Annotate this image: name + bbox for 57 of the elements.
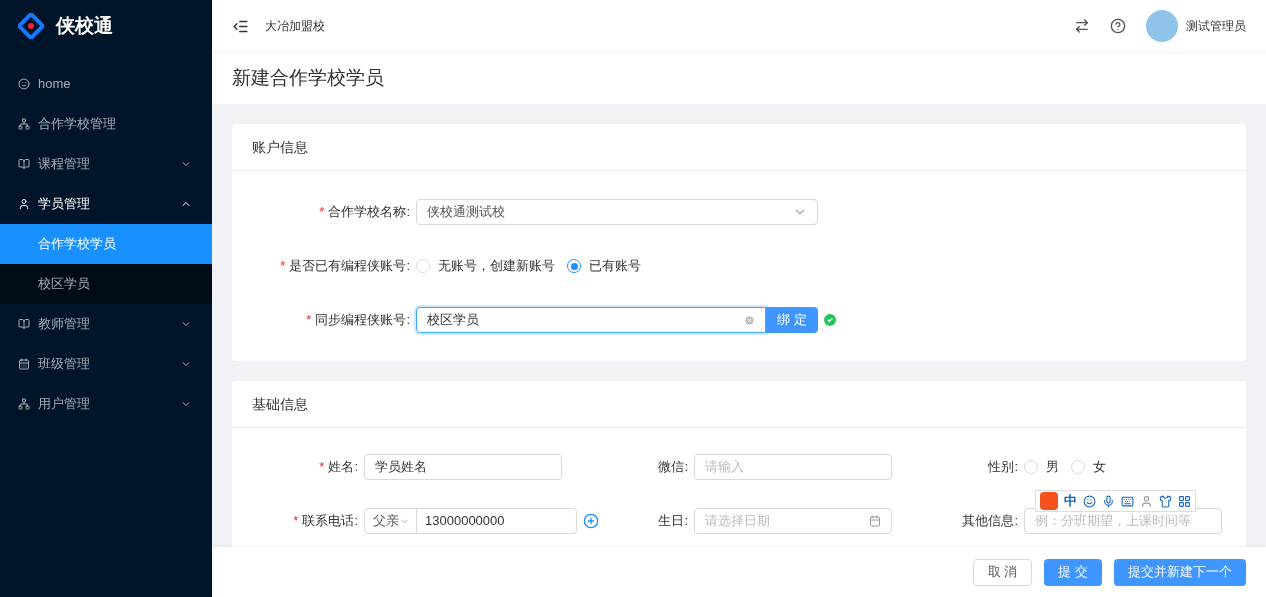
user-icon[interactable] — [1140, 494, 1153, 508]
ime-mode[interactable]: 中 — [1064, 491, 1077, 511]
field-label: 同步编程侠账号: — [315, 311, 410, 330]
field-label: 生日: — [658, 512, 688, 531]
sidebar-item[interactable]: home — [0, 64, 212, 104]
menu-icon — [18, 78, 30, 90]
sidebar-item[interactable]: 教师管理 — [0, 304, 212, 344]
sidebar-item[interactable]: 学员管理 — [0, 184, 212, 224]
menu-icon — [18, 318, 30, 330]
footer-button[interactable]: 取 消 — [972, 558, 1033, 586]
emoji-icon[interactable] — [1083, 494, 1096, 508]
field-label: 微信: — [658, 458, 688, 477]
radio-label: 男 — [1046, 458, 1059, 477]
required-mark: * — [293, 512, 299, 531]
field-label: 其他信息: — [962, 512, 1018, 531]
menu-icon — [18, 118, 30, 130]
select-field[interactable]: 侠校通测试校 — [416, 199, 818, 225]
switch-icon[interactable] — [1074, 18, 1090, 34]
calendar-icon — [869, 515, 881, 527]
input-field[interactable]: 学员姓名 — [364, 454, 562, 480]
sidebar-item[interactable]: 课程管理 — [0, 144, 212, 184]
microphone-icon[interactable] — [1102, 494, 1115, 508]
page-title: 新建合作学校学员 — [232, 66, 384, 91]
logo-icon — [18, 13, 44, 39]
keyboard-icon[interactable] — [1121, 494, 1134, 508]
add-icon[interactable] — [583, 513, 599, 529]
phone-field[interactable]: 父亲 13000000000 — [364, 508, 577, 534]
field-label: 性别: — [988, 458, 1018, 477]
shirt-icon[interactable] — [1159, 494, 1172, 508]
menu-icon — [18, 198, 30, 210]
menu-icon — [18, 398, 30, 410]
radio-label: 已有账号 — [589, 257, 641, 276]
sidebar-item[interactable]: 用户管理 — [0, 384, 212, 424]
field-label: 是否已有编程侠账号: — [289, 257, 410, 276]
radio-label: 女 — [1093, 458, 1106, 477]
card-title: 账户信息 — [252, 137, 308, 157]
card-title: 基础信息 — [252, 394, 308, 414]
sidebar-item[interactable]: 班级管理 — [0, 344, 212, 384]
menu-icon — [18, 358, 30, 370]
sidebar-subitem[interactable]: 校区学员 — [0, 264, 212, 304]
radio-button[interactable] — [567, 259, 581, 273]
logo-text: 侠校通 — [56, 13, 113, 38]
help-icon[interactable] — [1110, 18, 1126, 34]
required-mark: * — [280, 257, 286, 276]
sidebar-item[interactable]: 合作学校管理 — [0, 104, 212, 144]
required-mark: * — [319, 203, 325, 222]
school-name: 大冶加盟校 — [265, 18, 326, 35]
required-mark: * — [306, 311, 312, 330]
radio-label: 无账号，创建新账号 — [438, 257, 555, 276]
field-label: 姓名: — [328, 458, 358, 477]
required-mark: * — [319, 458, 325, 477]
field-label: 合作学校名称: — [328, 203, 410, 222]
user-name[interactable]: 测试管理员 — [1186, 17, 1246, 35]
menu-icon — [18, 158, 30, 170]
field-label: 联系电话: — [302, 512, 358, 531]
grid-icon[interactable] — [1178, 494, 1191, 508]
account-input-field[interactable]: 校区学员 — [416, 307, 766, 333]
